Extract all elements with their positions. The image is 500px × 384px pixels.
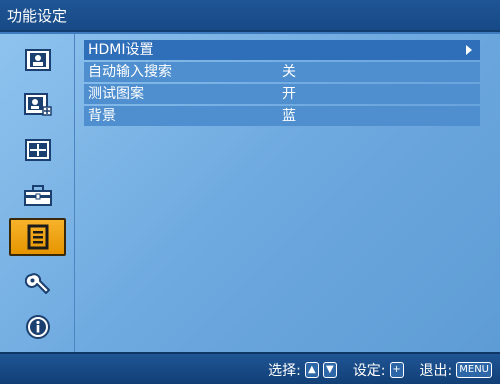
sidebar-item-screen[interactable] — [9, 131, 66, 169]
menu-item-background[interactable]: 背景 蓝 — [84, 106, 480, 126]
info-icon — [25, 315, 50, 339]
picture-adjust-icon — [23, 93, 52, 116]
screen-grid-icon — [24, 139, 51, 161]
sidebar — [0, 34, 75, 352]
menu-item-hdmi-settings[interactable]: HDMI设置 — [84, 40, 480, 60]
function-list-icon — [27, 224, 48, 250]
menu-item-label: 测试图案 — [88, 86, 144, 102]
osd-window: 功能设定 HDMI设置 自动输入搜索 关 测试图案 开 背景 蓝 选择: ▲ ▼… — [0, 0, 500, 384]
up-arrow-key-icon: ▲ — [304, 362, 319, 378]
menu-key-label: MENU — [456, 362, 492, 378]
function-settings-menu: HDMI设置 自动输入搜索 关 测试图案 开 背景 蓝 — [84, 40, 480, 128]
menu-title: 功能设定 — [7, 7, 68, 25]
sidebar-item-picture[interactable] — [9, 41, 66, 79]
footer-hint-bar: 选择: ▲ ▼ 设定: + 退出: MENU — [0, 352, 500, 384]
menu-item-label: 自动输入搜索 — [88, 64, 172, 80]
sidebar-item-service[interactable] — [9, 265, 66, 303]
menu-item-auto-input-search[interactable]: 自动输入搜索 关 — [84, 62, 480, 82]
menu-item-label: HDMI设置 — [88, 42, 154, 58]
toolbox-icon — [23, 185, 52, 206]
exit-hint-label: 退出: — [419, 363, 453, 379]
main-panel: HDMI设置 自动输入搜索 关 测试图案 开 背景 蓝 — [0, 34, 500, 352]
sidebar-item-info[interactable] — [9, 308, 66, 346]
sidebar-item-function[interactable] — [9, 218, 66, 256]
key-hints: 选择: ▲ ▼ 设定: + 退出: MENU — [268, 360, 492, 380]
enter-key-icon: + — [389, 362, 404, 378]
sidebar-item-setup[interactable] — [9, 176, 66, 214]
menu-item-test-pattern[interactable]: 测试图案 开 — [84, 84, 480, 104]
sidebar-item-picture-adjust[interactable] — [9, 86, 66, 124]
down-arrow-key-icon: ▼ — [322, 362, 337, 378]
submenu-arrow-icon — [466, 45, 472, 55]
picture-icon — [24, 49, 51, 71]
select-hint-label: 选择: — [268, 363, 301, 379]
set-hint-label: 设定: — [352, 363, 386, 379]
title-bar: 功能设定 — [0, 0, 500, 32]
menu-item-value: 关 — [282, 64, 296, 80]
menu-item-value: 开 — [282, 86, 296, 102]
wrench-icon — [24, 273, 50, 294]
menu-item-label: 背景 — [88, 108, 116, 124]
menu-item-value: 蓝 — [282, 108, 296, 124]
